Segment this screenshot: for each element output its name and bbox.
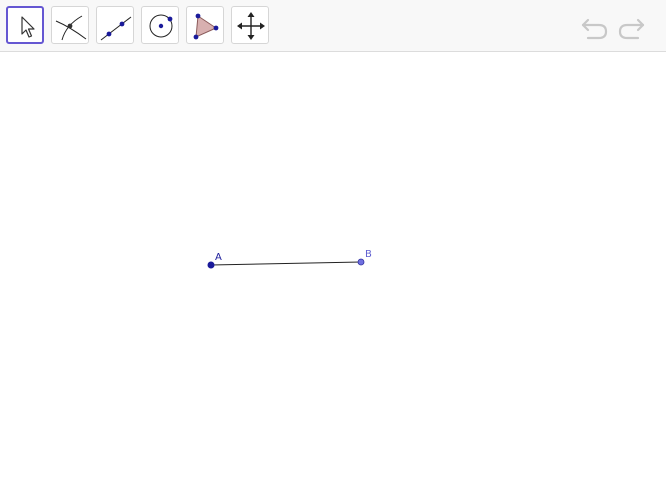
point-A[interactable] [207, 261, 215, 269]
cursor-arrow-icon [21, 16, 35, 38]
move-arrows-icon [237, 12, 265, 40]
point-B-label: B [365, 249, 372, 260]
tool-circle[interactable] [141, 6, 179, 44]
tool-move-graphics-view[interactable] [231, 6, 269, 44]
point-A-label: A [215, 252, 222, 263]
undo-icon [581, 18, 608, 40]
tool-move[interactable] [6, 6, 44, 44]
line-through-points-icon [100, 16, 132, 41]
intersect-icon [55, 15, 87, 41]
undo-button[interactable] [580, 12, 610, 42]
toolbar [0, 0, 666, 52]
redo-button[interactable] [616, 12, 646, 42]
polygon-icon [193, 13, 219, 40]
tool-line[interactable] [96, 6, 134, 44]
segment-AB[interactable] [210, 261, 362, 266]
graphics-view[interactable]: A B [0, 53, 666, 497]
circle-center-point-icon [149, 14, 173, 38]
point-B[interactable] [357, 258, 365, 266]
redo-icon [618, 18, 645, 40]
tool-intersect[interactable] [51, 6, 89, 44]
tool-polygon[interactable] [186, 6, 224, 44]
